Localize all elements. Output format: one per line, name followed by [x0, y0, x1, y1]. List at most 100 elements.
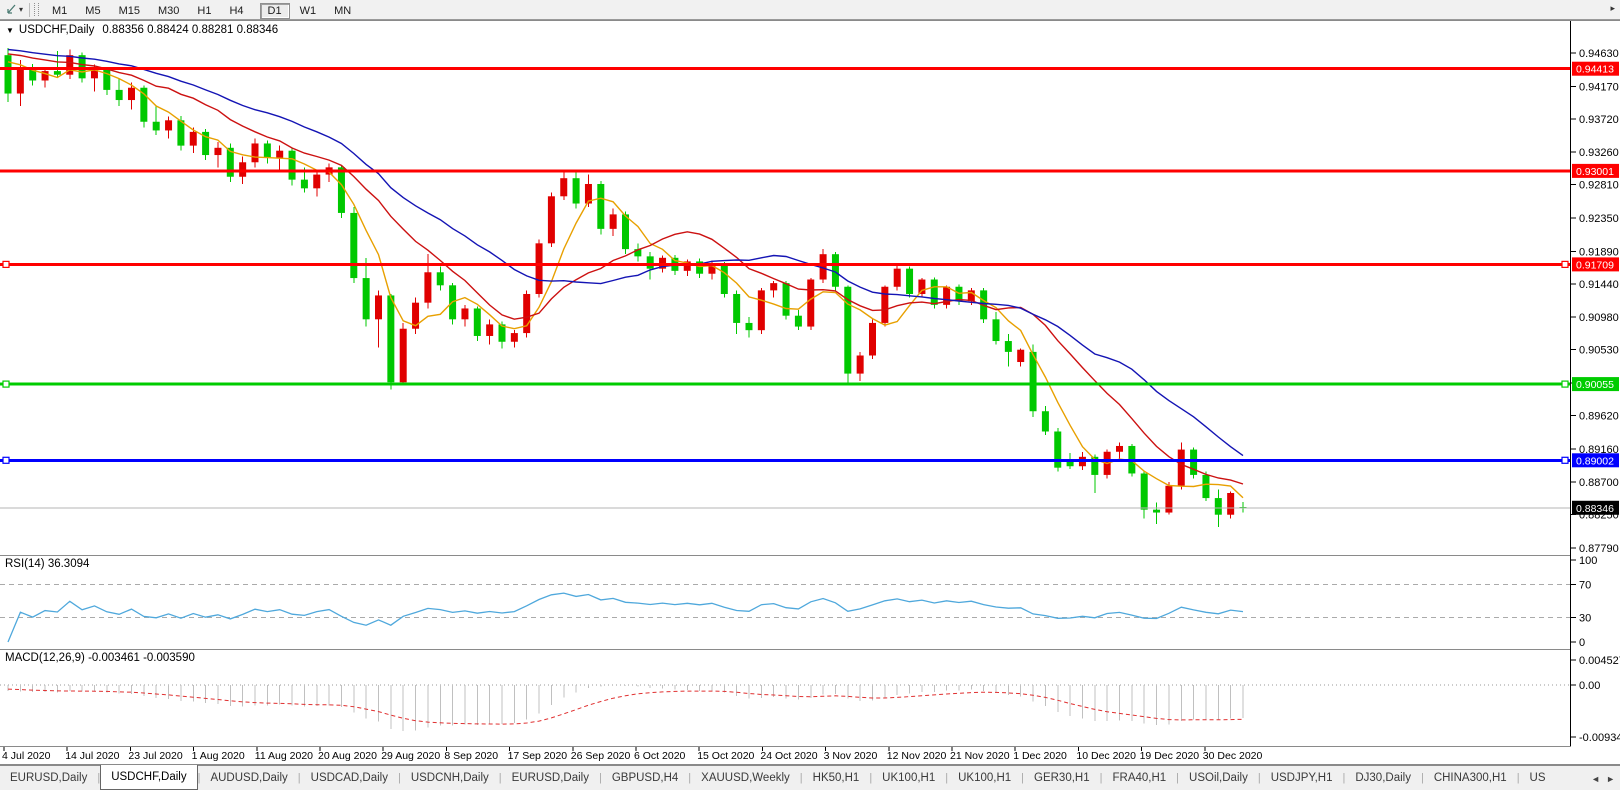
tab-GBPUSD-H4[interactable]: GBPUSD,H4 [602, 766, 688, 790]
svg-text:0.94630: 0.94630 [1579, 48, 1619, 60]
svg-text:0.91890: 0.91890 [1579, 246, 1619, 258]
timeframe-button-M5[interactable]: M5 [77, 3, 108, 19]
svg-text:-0.009348: -0.009348 [1579, 732, 1620, 744]
rsi-indicator-label: RSI(14) 36.3094 [5, 558, 89, 570]
chevron-down-icon[interactable]: ▾ [19, 5, 23, 14]
tab-CHINA300-H1[interactable]: CHINA300,H1 [1424, 766, 1517, 790]
svg-text:0.89620: 0.89620 [1579, 411, 1619, 423]
svg-text:24 Oct 2020: 24 Oct 2020 [760, 750, 817, 762]
tab-scroll-left-icon[interactable]: ◄ [1591, 774, 1600, 784]
tab-USOil-Daily[interactable]: USOil,Daily [1179, 766, 1258, 790]
svg-text:0.90530: 0.90530 [1579, 345, 1619, 357]
tab-DJ30-Daily[interactable]: DJ30,Daily [1345, 766, 1421, 790]
line-anchor[interactable] [3, 381, 9, 387]
horizontal-lines[interactable] [0, 69, 1570, 464]
toolbar-overflow-icon[interactable]: ▸ [1610, 3, 1615, 14]
chart-canvas[interactable]: 0.946300.941700.937200.932600.928100.923… [0, 0, 1620, 790]
tab-GER30-H1[interactable]: GER30,H1 [1024, 766, 1100, 790]
svg-text:4 Jul 2020: 4 Jul 2020 [2, 750, 51, 762]
svg-text:0.88700: 0.88700 [1579, 477, 1619, 489]
line-anchor[interactable] [1562, 381, 1568, 387]
tab-US[interactable]: US [1520, 766, 1556, 790]
svg-text:100: 100 [1579, 555, 1597, 567]
tab-XAUUSD-Weekly[interactable]: XAUUSD,Weekly [691, 766, 800, 790]
tab-HK50-H1[interactable]: HK50,H1 [803, 766, 870, 790]
svg-text:11 Aug 2020: 11 Aug 2020 [255, 750, 313, 762]
svg-text:15 Oct 2020: 15 Oct 2020 [697, 750, 754, 762]
timeframe-toolbar: ▾ M1M5M15M30H1H4 D1W1MN ▸ [0, 0, 1620, 20]
svg-text:20 Aug 2020: 20 Aug 2020 [318, 750, 377, 762]
svg-text:12 Nov 2020: 12 Nov 2020 [887, 750, 947, 762]
main-plot[interactable] [5, 48, 1247, 527]
svg-text:19 Dec 2020: 19 Dec 2020 [1140, 750, 1200, 762]
symbol-tabs: EURUSD,Daily|USDCHF,Daily|AUDUSD,Daily|U… [0, 766, 1556, 790]
tab-USDCHF-Daily[interactable]: USDCHF,Daily [100, 765, 197, 790]
date-axis: 4 Jul 2020 14 Jul 2020 23 Jul 2020 1 Aug 20… [2, 747, 1263, 762]
chart-symbol-label: USDCHF,Daily [19, 24, 94, 36]
svg-text:29 Aug 2020: 29 Aug 2020 [381, 750, 440, 762]
timeframe-button-M30[interactable]: M30 [150, 3, 187, 19]
svg-text:23 Jul 2020: 23 Jul 2020 [128, 750, 182, 762]
svg-text:21 Nov 2020: 21 Nov 2020 [950, 750, 1010, 762]
tab-AUDUSD-Daily[interactable]: AUDUSD,Daily [200, 766, 297, 790]
tab-USDJPY-H1[interactable]: USDJPY,H1 [1261, 766, 1343, 790]
macd-panel [0, 685, 1570, 731]
timeframe-buttons: M1M5M15M30H1H4 D1W1MN [43, 1, 360, 19]
tab-EURUSD-Daily[interactable]: EURUSD,Daily [502, 766, 599, 790]
mid-ma-line [8, 54, 1243, 484]
tab-FRA40-H1[interactable]: FRA40,H1 [1102, 766, 1176, 790]
toolbar-grip-handle[interactable] [34, 3, 39, 16]
timeframe-button-MN[interactable]: MN [326, 3, 359, 19]
svg-text:14 Jul 2020: 14 Jul 2020 [65, 750, 119, 762]
svg-text:0.93260: 0.93260 [1579, 147, 1619, 159]
svg-text:0.004527: 0.004527 [1579, 655, 1620, 667]
macd-indicator-label: MACD(12,26,9) -0.003461 -0.003590 [5, 652, 195, 664]
toolbar-separator [29, 3, 30, 17]
rsi-panel [0, 585, 1570, 642]
svg-text:0.00: 0.00 [1579, 680, 1600, 692]
line-anchor[interactable] [3, 457, 9, 463]
chart-shift-icon[interactable] [5, 4, 18, 16]
svg-text:0.90055: 0.90055 [1576, 379, 1614, 391]
tab-USDCAD-Daily[interactable]: USDCAD,Daily [301, 766, 398, 790]
svg-text:6 Oct 2020: 6 Oct 2020 [634, 750, 686, 762]
svg-text:3 Nov 2020: 3 Nov 2020 [824, 750, 878, 762]
tab-scroll-controls: ◄ ► [1588, 766, 1618, 790]
timeframe-button-H1[interactable]: H1 [189, 3, 219, 19]
candles-layer [5, 48, 1247, 527]
tab-USDCNH-Daily[interactable]: USDCNH,Daily [401, 766, 499, 790]
timeframe-button-D1[interactable]: D1 [260, 3, 290, 19]
svg-text:0: 0 [1579, 637, 1585, 649]
symbol-tab-bar: EURUSD,Daily|USDCHF,Daily|AUDUSD,Daily|U… [0, 765, 1620, 790]
svg-text:0.89002: 0.89002 [1576, 455, 1614, 467]
timeframe-button-H4[interactable]: H4 [221, 3, 251, 19]
svg-text:0.88346: 0.88346 [1576, 503, 1614, 515]
svg-text:0.91440: 0.91440 [1579, 279, 1619, 291]
svg-text:1 Aug 2020: 1 Aug 2020 [192, 750, 245, 762]
collapse-triangle-icon[interactable]: ▼ [6, 26, 14, 35]
svg-text:0.92350: 0.92350 [1579, 213, 1619, 225]
tab-UK100-H1[interactable]: UK100,H1 [948, 766, 1021, 790]
line-anchor[interactable] [1562, 457, 1568, 463]
mt4-chart-window: { "toolbar": { "timeframes": ["M1","M5",… [0, 0, 1620, 790]
svg-text:0.93720: 0.93720 [1579, 114, 1619, 126]
line-anchor[interactable] [3, 261, 9, 267]
svg-text:0.90980: 0.90980 [1579, 312, 1619, 324]
timeframe-button-W1[interactable]: W1 [292, 3, 325, 19]
tab-UK100-H1[interactable]: UK100,H1 [872, 766, 945, 790]
svg-text:8 Sep 2020: 8 Sep 2020 [444, 750, 498, 762]
tab-scroll-right-icon[interactable]: ► [1606, 774, 1615, 784]
svg-text:26 Sep 2020: 26 Sep 2020 [571, 750, 631, 762]
timeframe-button-M15[interactable]: M15 [111, 3, 148, 19]
line-anchor[interactable] [1562, 261, 1568, 267]
svg-text:0.91709: 0.91709 [1576, 259, 1614, 271]
svg-text:1 Dec 2020: 1 Dec 2020 [1013, 750, 1067, 762]
tab-EURUSD-Daily[interactable]: EURUSD,Daily [0, 766, 97, 790]
price-axis: 0.946300.941700.937200.932600.928100.923… [1571, 21, 1620, 764]
svg-text:17 Sep 2020: 17 Sep 2020 [508, 750, 568, 762]
svg-text:0.93001: 0.93001 [1576, 166, 1614, 178]
svg-text:0.87790: 0.87790 [1579, 543, 1619, 555]
timeframe-button-M1[interactable]: M1 [44, 3, 75, 19]
svg-text:0.92810: 0.92810 [1579, 180, 1619, 192]
svg-text:10 Dec 2020: 10 Dec 2020 [1076, 750, 1136, 762]
